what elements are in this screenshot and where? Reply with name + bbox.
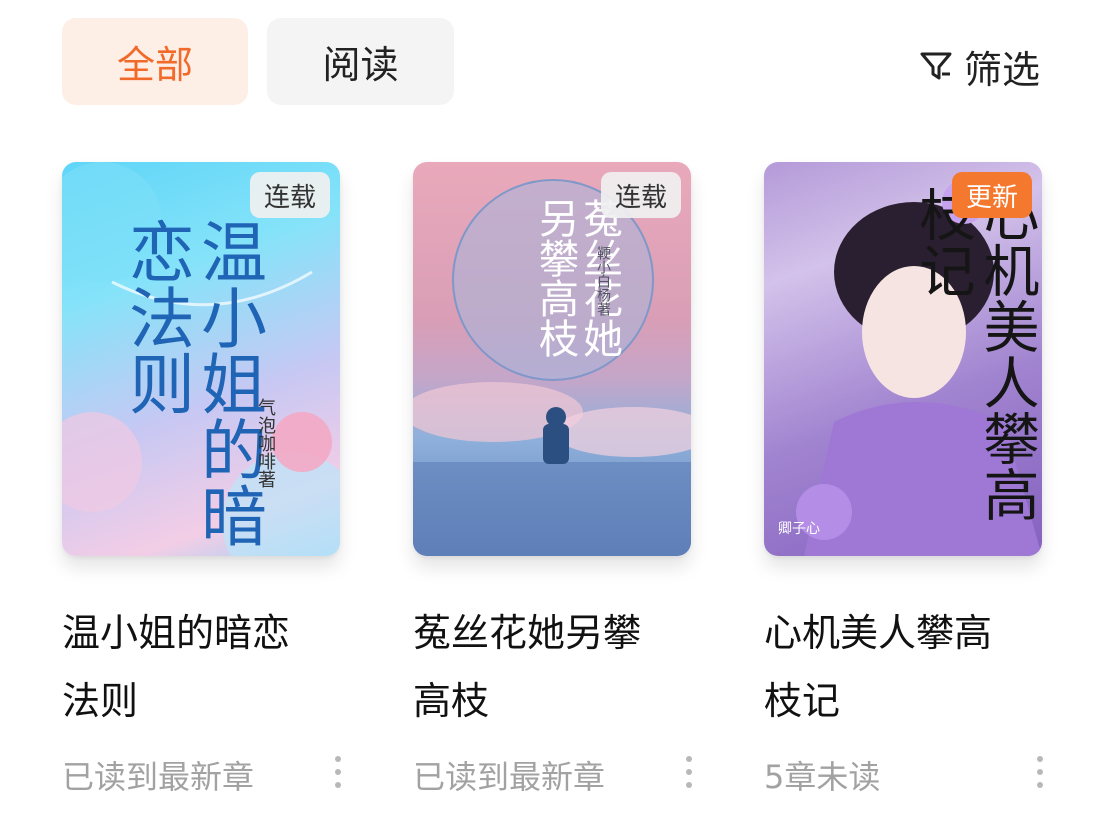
book-title[interactable]: 心机美人攀高 枝记 xyxy=(764,599,1042,735)
status-badge: 连载 xyxy=(600,172,681,218)
book-title[interactable]: 温小姐的暗恋 法则 xyxy=(62,599,340,735)
cover-title-art: 心机美人攀高枝记 xyxy=(910,186,1039,522)
book-cover[interactable]: 心机美人攀高枝记 卿子心 更新 xyxy=(764,162,1042,556)
more-options-icon[interactable] xyxy=(1032,756,1048,790)
book-cover[interactable]: 菟丝花她另攀高枝 鞕小白杨著 连载 xyxy=(413,162,691,556)
status-badge: 更新 xyxy=(951,172,1032,218)
cover-title-art: 温小姐的暗恋法则 xyxy=(118,218,267,548)
filter-label: 筛选 xyxy=(964,47,1041,92)
tab-all[interactable]: 全部 xyxy=(62,18,248,105)
tab-read[interactable]: 阅读 xyxy=(267,18,454,105)
book-title[interactable]: 菟丝花她另攀 高枝 xyxy=(413,599,691,735)
reading-status: 已读到最新章 xyxy=(413,758,606,796)
book-cover[interactable]: 温小姐的暗恋法则 气泡咖啡著 连载 xyxy=(62,162,340,556)
book-title-line: 心机美人攀高 xyxy=(764,611,993,655)
cover-author: 鞕小白杨著 xyxy=(595,246,611,316)
reading-status: 已读到最新章 xyxy=(62,758,255,796)
book-card[interactable]: 菟丝花她另攀高枝 鞕小白杨著 连载 菟丝花她另攀 高枝 已读到最新章 xyxy=(413,162,692,796)
filter-button[interactable]: 筛选 xyxy=(918,38,1040,94)
cover-author: 卿子心 xyxy=(778,521,820,537)
book-title-line: 温小姐的暗恋 xyxy=(62,611,291,655)
book-title-line: 法则 xyxy=(62,679,139,723)
book-card[interactable]: 心机美人攀高枝记 卿子心 更新 心机美人攀高 枝记 5章未读 xyxy=(764,162,1043,796)
book-card[interactable]: 温小姐的暗恋法则 气泡咖啡著 连载 温小姐的暗恋 法则 已读到最新章 xyxy=(62,162,341,796)
filter-icon xyxy=(920,52,952,80)
more-options-icon[interactable] xyxy=(330,756,346,790)
book-title-line: 菟丝花她另攀 xyxy=(413,611,642,655)
book-title-line: 高枝 xyxy=(413,679,490,723)
more-options-icon[interactable] xyxy=(681,756,697,790)
status-badge: 连载 xyxy=(249,172,330,218)
cover-author: 气泡咖啡著 xyxy=(255,398,276,488)
reading-status: 5章未读 xyxy=(764,758,881,796)
book-title-line: 枝记 xyxy=(764,679,841,723)
